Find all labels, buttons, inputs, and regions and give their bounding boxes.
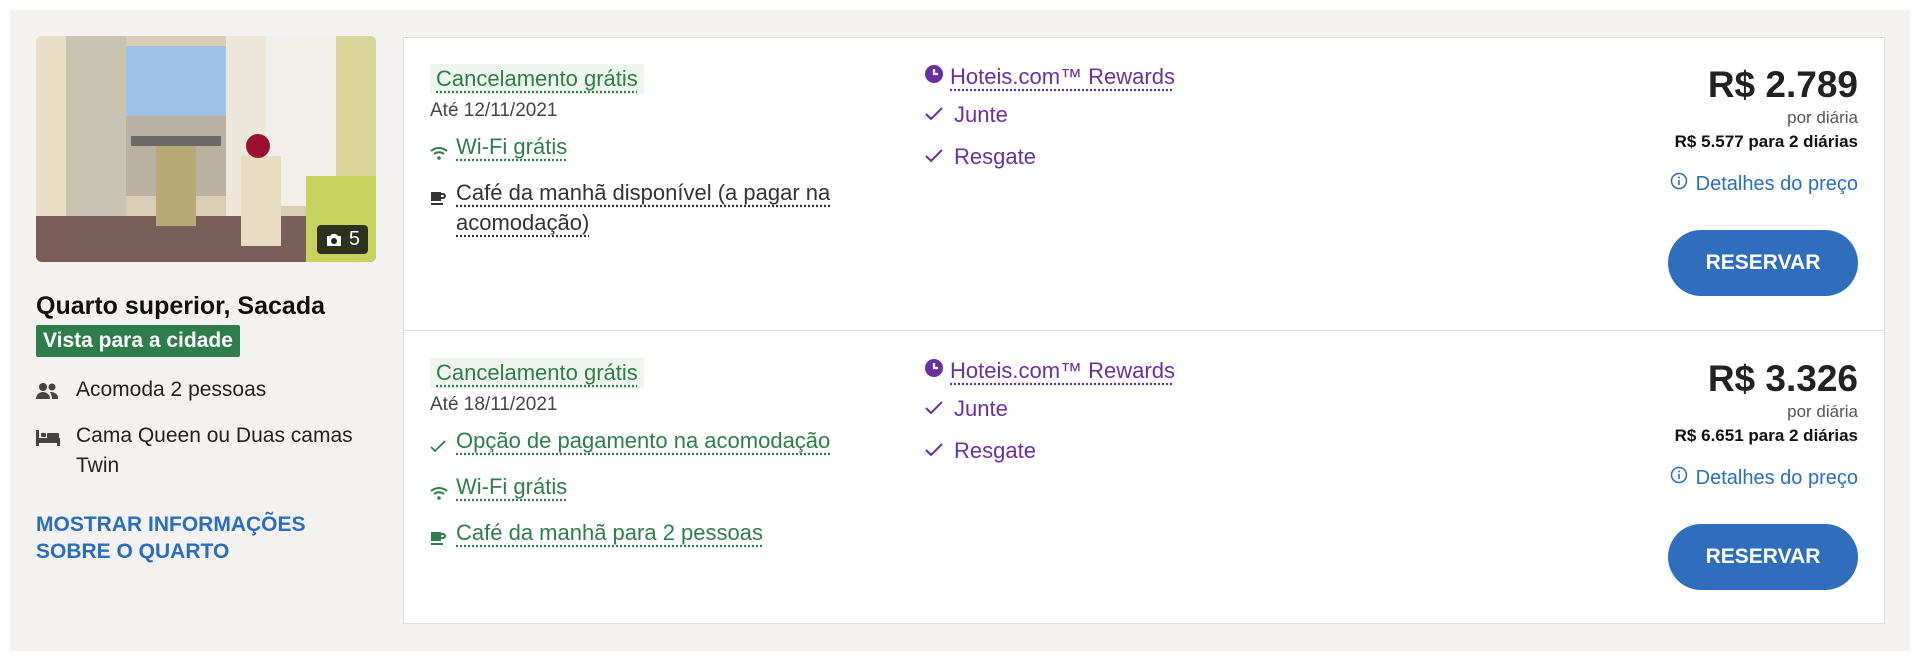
photo-count-badge[interactable]: 5 (316, 225, 368, 254)
room-title: Quarto superior, Sacada (36, 292, 325, 320)
offer-row: Cancelamento grátis Até 12/11/2021 Wi-Fi… (404, 38, 1884, 331)
bed-icon (36, 421, 62, 455)
amenity-wifi-text: Wi-Fi grátis (456, 474, 568, 499)
people-icon (36, 375, 62, 409)
amenity-pay-at-property-text: Opção de pagamento na acomodação (456, 428, 831, 453)
feature-bed: Cama Queen ou Duas camas Twin (36, 421, 376, 481)
room-photo[interactable]: 5 (36, 36, 376, 262)
reserve-button[interactable]: RESERVAR (1668, 230, 1858, 296)
amenity-breakfast[interactable]: Café da manhã para 2 pessoas (430, 518, 890, 554)
price-details-link[interactable]: Detalhes do preço (1498, 466, 1858, 490)
offer-policies: Cancelamento grátis Até 18/11/2021 Opção… (430, 358, 890, 554)
rewards-icon (924, 358, 944, 384)
check-icon (924, 144, 944, 170)
reward-item-collect-text: Junte (954, 102, 1008, 127)
feature-occupancy-text: Acomoda 2 pessoas (76, 378, 267, 401)
amenity-wifi[interactable]: Wi-Fi grátis (430, 472, 890, 508)
feature-occupancy: Acomoda 2 pessoas (36, 375, 376, 409)
reward-item-collect: Junte (924, 396, 1324, 422)
amenity-wifi-text: Wi-Fi grátis (456, 134, 568, 159)
price-section: R$ 3.326 por diária R$ 6.651 para 2 diár… (1498, 358, 1858, 590)
amenity-breakfast-text: Café da manhã para 2 pessoas (456, 520, 763, 545)
view-badge: Vista para a cidade (36, 325, 240, 357)
info-icon (1670, 466, 1688, 490)
feature-bed-text: Cama Queen ou Duas camas Twin (76, 424, 353, 477)
reward-item-redeem-text: Resgate (954, 144, 1036, 169)
room-info: 5 Quarto superior, Sacada Vista para a c… (36, 36, 376, 565)
cancellation-date: Até 12/11/2021 (430, 100, 558, 121)
free-cancellation-label[interactable]: Cancelamento grátis (430, 358, 644, 388)
reserve-button[interactable]: RESERVAR (1668, 524, 1858, 590)
rewards-link[interactable]: Hoteis.com™ Rewards (924, 64, 1324, 90)
coffee-icon (430, 518, 448, 554)
per-night-label: por diária (1787, 108, 1858, 127)
room-card: 5 Quarto superior, Sacada Vista para a c… (10, 10, 1910, 651)
price-section: R$ 2.789 por diária R$ 5.577 para 2 diár… (1498, 64, 1858, 296)
price-details-text: Detalhes do preço (1695, 172, 1858, 195)
rewards-label: Hoteis.com™ Rewards (950, 64, 1175, 89)
amenity-wifi[interactable]: Wi-Fi grátis (430, 132, 890, 168)
nightly-price: R$ 2.789 (1707, 64, 1858, 105)
offer-policies: Cancelamento grátis Até 12/11/2021 Wi-Fi… (430, 64, 890, 238)
check-icon (924, 396, 944, 422)
price-details-link[interactable]: Detalhes do preço (1498, 172, 1858, 196)
free-cancellation-label[interactable]: Cancelamento grátis (430, 64, 644, 94)
rewards-label: Hoteis.com™ Rewards (950, 358, 1175, 383)
reward-item-collect-text: Junte (954, 396, 1008, 421)
coffee-icon (430, 178, 448, 214)
reward-item-redeem: Resgate (924, 144, 1324, 170)
check-icon (430, 426, 448, 462)
offers-list: Cancelamento grátis Até 12/11/2021 Wi-Fi… (403, 37, 1885, 624)
show-room-info-link[interactable]: MOSTRAR INFORMAÇÕES SOBRE O QUARTO (36, 511, 376, 565)
total-price: R$ 5.577 para 2 diárias (1674, 132, 1858, 151)
rewards-section: Hoteis.com™ Rewards Junte Resgate (924, 358, 1324, 464)
check-icon (924, 438, 944, 464)
info-icon (1670, 172, 1688, 196)
camera-icon (325, 232, 343, 248)
reward-item-redeem-text: Resgate (954, 438, 1036, 463)
amenity-breakfast[interactable]: Café da manhã disponível (a pagar na aco… (430, 178, 890, 238)
wifi-icon (430, 472, 448, 508)
check-icon (924, 102, 944, 128)
offer-row: Cancelamento grátis Até 18/11/2021 Opção… (404, 332, 1884, 625)
wifi-icon (430, 132, 448, 168)
rewards-icon (924, 64, 944, 90)
nightly-price: R$ 3.326 (1707, 358, 1858, 399)
per-night-label: por diária (1787, 402, 1858, 421)
reward-item-collect: Junte (924, 102, 1324, 128)
price-details-text: Detalhes do preço (1695, 466, 1858, 489)
total-price: R$ 6.651 para 2 diárias (1674, 426, 1858, 445)
photo-count: 5 (348, 228, 360, 250)
rewards-link[interactable]: Hoteis.com™ Rewards (924, 358, 1324, 384)
amenity-breakfast-text: Café da manhã disponível (a pagar na aco… (456, 180, 831, 235)
amenity-pay-at-property[interactable]: Opção de pagamento na acomodação (430, 426, 890, 462)
reward-item-redeem: Resgate (924, 438, 1324, 464)
cancellation-date: Até 18/11/2021 (430, 394, 558, 415)
rewards-section: Hoteis.com™ Rewards Junte Resgate (924, 64, 1324, 170)
